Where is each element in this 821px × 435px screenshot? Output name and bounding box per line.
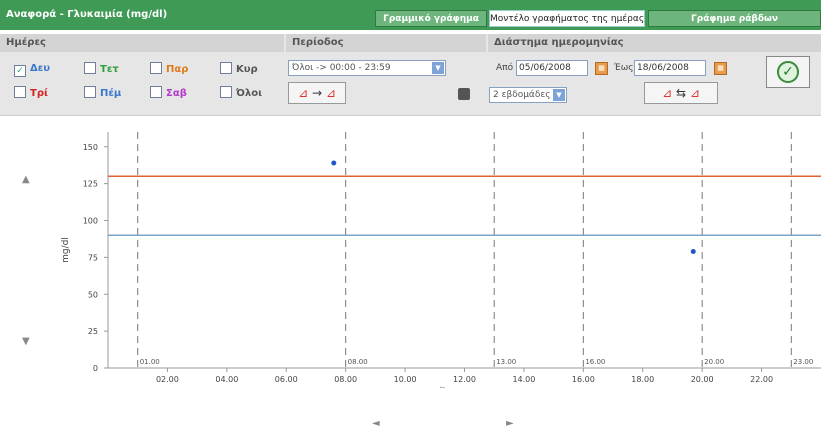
x-tick-label: 12.00 <box>453 375 476 384</box>
y-tick-label: 25 <box>88 327 98 336</box>
y-tick-label: 75 <box>88 253 98 262</box>
scroll-left-arrow[interactable]: ◄ <box>372 418 380 429</box>
period-divider-label: 16.00 <box>585 358 605 366</box>
x-tick-label: 22.00 <box>750 375 773 384</box>
period-select-value: Όλοι -> 00:00 - 23:59 <box>292 63 391 73</box>
period-transfer-button[interactable]: ⊿ → ⊿ <box>288 82 346 104</box>
x-tick-label: 14.00 <box>512 375 535 384</box>
day-checkbox[interactable]: Πέμ <box>84 86 121 100</box>
from-label: Από <box>496 63 514 73</box>
day-checkbox[interactable]: Τετ <box>84 62 119 76</box>
y-tick-label: 100 <box>83 217 98 226</box>
day-checkbox[interactable]: Όλοι <box>220 86 262 100</box>
checkbox-box <box>150 62 162 74</box>
x-tick-label: 20.00 <box>691 375 714 384</box>
filter-panel: Ημέρες Περίοδος Διάστημα ημερομηνίας ✓ Δε… <box>0 34 821 116</box>
period-divider-label: 08.00 <box>348 358 368 366</box>
day-label: Κυρ <box>236 64 258 75</box>
day-checkbox[interactable]: Κυρ <box>220 62 258 76</box>
swap-icon: ⇆ <box>672 86 690 100</box>
x-tick-label: 06.00 <box>275 375 298 384</box>
day-checkbox[interactable]: ✓ Δευ <box>14 62 50 77</box>
chart-icon: ⊿ <box>689 86 700 100</box>
checkbox-box <box>220 62 232 74</box>
period-divider-label: 13.00 <box>496 358 516 366</box>
y-tick-label: 125 <box>83 180 98 189</box>
checkbox-box <box>150 86 162 98</box>
x-axis-label: Ώρα <box>439 387 459 388</box>
tab-line-chart[interactable]: Γραμμικό γράφημα <box>375 10 487 27</box>
y-tick-label: 150 <box>83 143 98 152</box>
day-label: Σαβ <box>166 88 187 99</box>
data-point <box>331 160 337 166</box>
day-label: Τετ <box>100 64 119 75</box>
range-select-value: 2 εβδομάδες <box>493 90 551 100</box>
calendar-icon[interactable]: ▦ <box>595 62 608 75</box>
checkmark-icon: ✓ <box>777 61 799 83</box>
apply-button[interactable]: ✓ <box>766 56 810 88</box>
chart-icon: ⊿ <box>662 86 673 100</box>
chevron-down-icon: ▼ <box>553 89 565 101</box>
glucose-chart: ▲ ▼ 0 25 50 75 100 125 150 02.00 04.00 06.00 08.00… <box>0 118 821 435</box>
chevron-down-icon: ▼ <box>432 62 444 74</box>
period-divider-label: 23.00 <box>793 358 813 366</box>
chart-icon: ⊿ <box>325 86 336 100</box>
y-tick-label: 50 <box>88 290 98 299</box>
to-date-input[interactable]: 18/06/2008 <box>634 60 706 76</box>
to-label: Έως <box>614 63 634 73</box>
tab-day-model[interactable]: Μοντέλο γραφήματος της ημέρας <box>489 10 645 27</box>
x-tick-label: 10.00 <box>394 375 417 384</box>
period-divider-label: 01.00 <box>140 358 160 366</box>
day-label: Δευ <box>30 63 51 74</box>
day-label: Πέμ <box>100 88 122 99</box>
x-tick-label: 02.00 <box>156 375 179 384</box>
period-select[interactable]: Όλοι -> 00:00 - 23:59 ▼ <box>288 60 446 76</box>
range-swap-button[interactable]: ⊿ ⇆ ⊿ <box>644 82 718 104</box>
checkbox-box: ✓ <box>14 65 26 77</box>
chart-plot: 0 25 50 75 100 125 150 02.00 04.00 06.00 08.00 10.0… <box>61 132 821 388</box>
day-label: Όλοι <box>236 88 263 99</box>
checkbox-box <box>220 86 232 98</box>
x-tick-label: 04.00 <box>215 375 238 384</box>
dates-heading: Διάστημα ημερομηνίας <box>488 34 821 52</box>
checkbox-box <box>84 86 96 98</box>
data-point <box>690 248 696 254</box>
day-checkbox[interactable]: Τρί <box>14 86 48 100</box>
day-label: Τρί <box>30 88 48 99</box>
day-label: Παρ <box>166 64 189 75</box>
period-divider-label: 20.00 <box>704 358 724 366</box>
report-title: Αναφορά - Γλυκαιμία (mg/dl) <box>6 9 168 20</box>
y-axis-label: mg/dl <box>61 237 71 263</box>
title-bar: Αναφορά - Γλυκαιμία (mg/dl) Γραμμικό γρά… <box>0 0 821 30</box>
x-tick-label: 18.00 <box>631 375 654 384</box>
arrow-right-icon: → <box>308 86 326 100</box>
checkbox-box <box>14 86 26 98</box>
calendar-icon[interactable]: ▦ <box>714 62 727 75</box>
x-tick-label: 08.00 <box>334 375 357 384</box>
checkbox-box <box>84 62 96 74</box>
tab-bar-chart[interactable]: Γράφημα ράβδων <box>648 10 821 27</box>
range-select[interactable]: 2 εβδομάδες ▼ <box>489 87 567 103</box>
days-heading: Ημέρες <box>0 34 284 52</box>
chart-icon: ⊿ <box>298 86 309 100</box>
period-heading: Περίοδος <box>286 34 486 52</box>
y-tick-label: 0 <box>93 364 98 373</box>
x-tick-label: 16.00 <box>572 375 595 384</box>
scroll-right-arrow[interactable]: ► <box>506 418 514 429</box>
day-checkbox[interactable]: Σαβ <box>150 86 187 100</box>
day-checkbox[interactable]: Παρ <box>150 62 188 76</box>
from-date-input[interactable]: 05/06/2008 <box>516 60 588 76</box>
print-icon[interactable] <box>458 88 470 100</box>
